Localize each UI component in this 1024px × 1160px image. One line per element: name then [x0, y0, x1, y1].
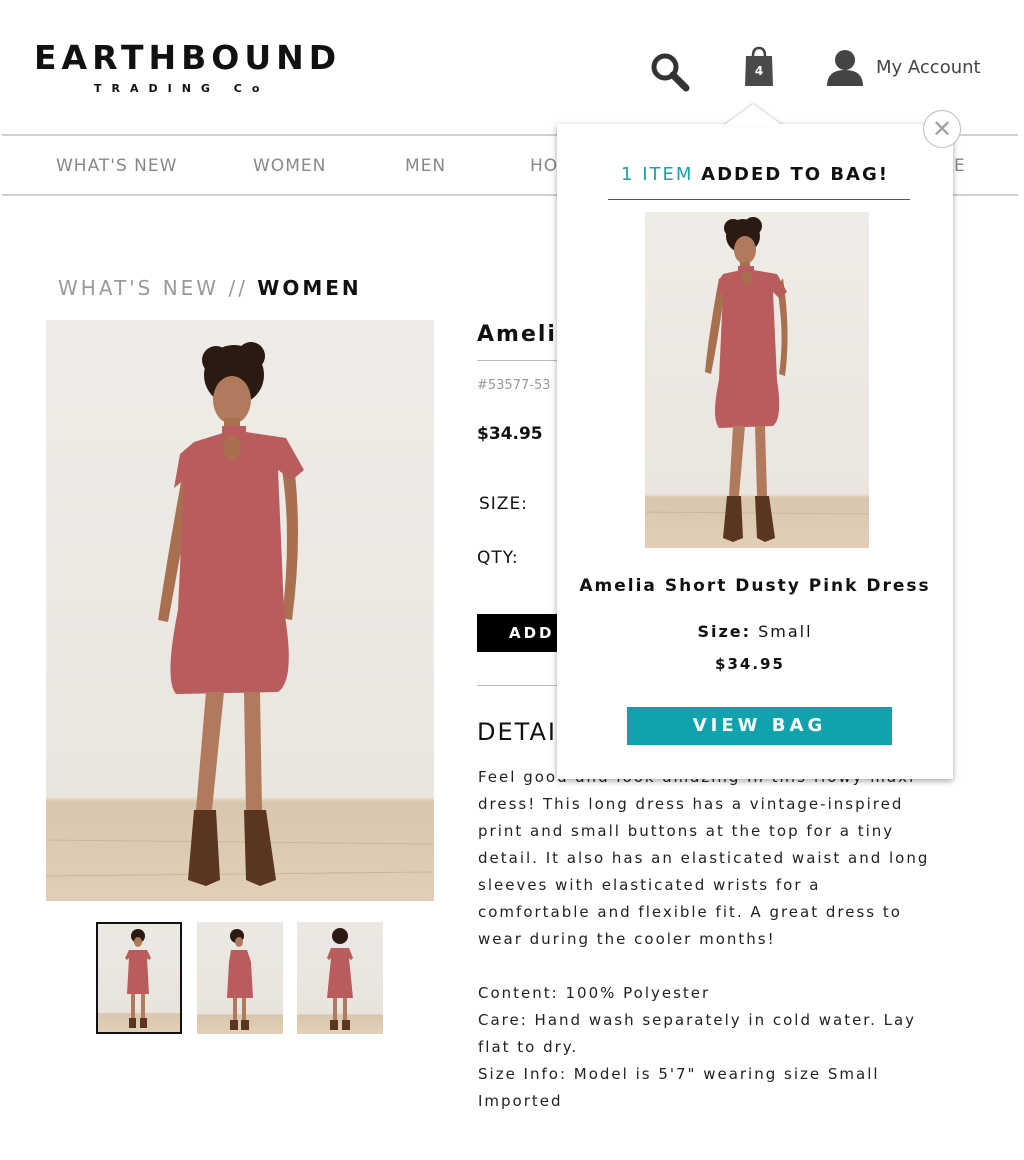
divider: [477, 360, 567, 361]
description-line: Care: Hand wash separately in cold water…: [478, 1011, 917, 1029]
breadcrumb: WHAT'S NEW // WOMEN: [58, 276, 362, 300]
popup-size: Size: Small: [557, 622, 953, 641]
product-price: $34.95: [477, 424, 543, 444]
size-label: SIZE:: [479, 494, 528, 514]
my-account-link[interactable]: My Account: [826, 48, 981, 86]
divider: [477, 685, 567, 686]
nav-item-sale[interactable]: E: [954, 156, 966, 176]
popup-price: $34.95: [715, 655, 785, 673]
search-icon[interactable]: [648, 50, 692, 94]
description-line: Size Info: Model is 5'7" wearing size Sm…: [478, 1065, 880, 1083]
description-line: print and small buttons at the top for a…: [478, 822, 895, 840]
popup-item-count: 1 ITEM: [621, 164, 694, 185]
brand-logo[interactable]: EARTHBOUND TRADING Co: [34, 38, 342, 96]
description-line: detail. It also has an elasticated waist…: [478, 849, 930, 867]
nav-item-whats-new[interactable]: WHAT'S NEW: [56, 156, 177, 176]
details-heading: DETAI: [477, 718, 557, 746]
add-to-bag-button[interactable]: ADD T: [477, 614, 567, 652]
nav-item-women[interactable]: WOMEN: [253, 156, 326, 176]
close-icon: ✕: [931, 115, 953, 143]
bag-count-badge: 4: [754, 64, 764, 78]
description-line: comfortable and flexible fit. A great dr…: [478, 903, 902, 921]
brand-name: EARTHBOUND: [34, 38, 342, 77]
description-line: [478, 953, 953, 980]
product-thumbnail-side[interactable]: [197, 922, 283, 1034]
nav-item-men[interactable]: MEN: [405, 156, 446, 176]
description-line: Imported: [478, 1092, 563, 1110]
popup-product-name: Amelia Short Dusty Pink Dress: [579, 576, 931, 596]
description-line: wear during the cooler months!: [478, 930, 776, 948]
popup-added-text: ADDED TO BAG!: [701, 164, 889, 185]
qty-label: QTY:: [477, 548, 519, 568]
breadcrumb-current: WOMEN: [257, 276, 362, 300]
breadcrumb-separator: //: [228, 276, 248, 300]
product-thumbnail-front[interactable]: [96, 922, 182, 1034]
popup-size-label: Size:: [697, 622, 752, 641]
close-popup-button[interactable]: ✕: [923, 110, 961, 148]
popup-product-image: [645, 212, 869, 548]
breadcrumb-parent[interactable]: WHAT'S NEW: [58, 276, 219, 300]
product-thumbnail-back[interactable]: [297, 922, 383, 1034]
nav-item-home[interactable]: HO: [530, 156, 558, 176]
popup-size-value: Small: [758, 622, 813, 641]
divider: [608, 199, 910, 200]
description-line: dress! This long dress has a vintage-ins…: [478, 795, 904, 813]
description-line: flat to dry.: [478, 1038, 579, 1056]
brand-tagline: TRADING Co: [94, 82, 270, 95]
description-line: sleeves with elasticated wrists for a: [478, 876, 821, 894]
user-icon: [826, 48, 864, 86]
popup-heading: 1 ITEM ADDED TO BAG!: [557, 164, 953, 185]
product-description: Feel good and look amazing in this flowy…: [478, 764, 953, 1115]
popup-pointer: [723, 104, 783, 126]
product-sku: #53577-53: [477, 378, 551, 393]
view-bag-button[interactable]: VIEW BAG: [627, 707, 892, 745]
my-account-label: My Account: [876, 56, 981, 78]
product-main-image[interactable]: [46, 320, 434, 901]
description-line: Content: 100% Polyester: [478, 984, 711, 1002]
